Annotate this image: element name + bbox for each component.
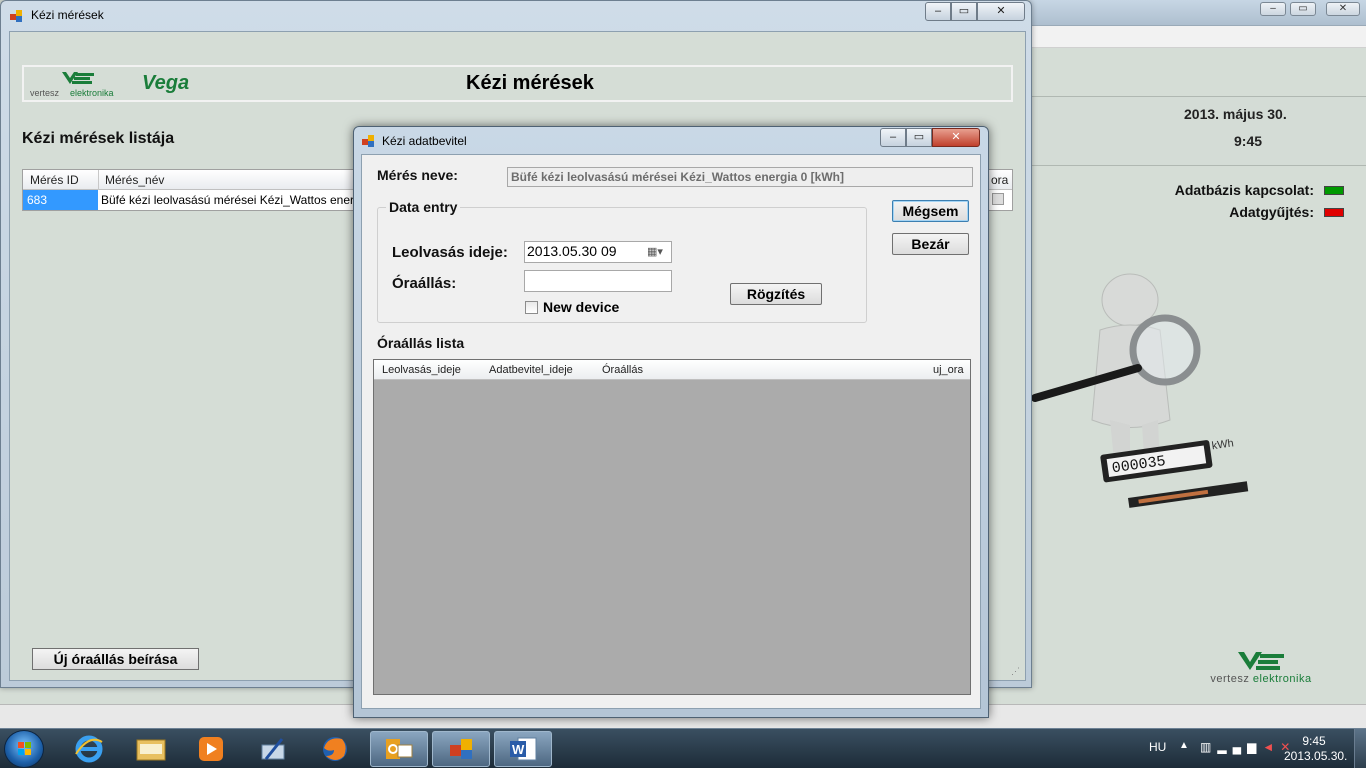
media-player-icon[interactable]: [182, 731, 240, 767]
dialog-window-icon: [362, 135, 374, 147]
taskbar: W HU ▲ ▥▂▄▆◄✕ 9:45 2013.05.30.: [0, 728, 1366, 768]
list-grid-header: Leolvasás_ideje Adatbevitel_ideje Óraáll…: [374, 360, 970, 380]
cell-meres-nev[interactable]: Büfé kézi leolvasású mérései Kézi_Wattos…: [101, 193, 393, 207]
show-desktop-button[interactable]: [1354, 729, 1366, 768]
column-header-oraallas[interactable]: Óraállás: [602, 364, 643, 376]
resize-grip[interactable]: ⋰: [1011, 666, 1021, 676]
meres-neve-label: Mérés neve:: [377, 167, 458, 183]
new-reading-button[interactable]: Új óraállás beírása: [32, 648, 199, 670]
dialog-minimize-button[interactable]: –: [880, 128, 906, 147]
file-explorer-icon[interactable]: [122, 731, 180, 767]
background-titlebar: – ▭ ✕: [1030, 0, 1366, 26]
page-title: Kézi mérések: [466, 72, 594, 94]
list-title: Kézi mérések listája: [22, 130, 175, 147]
oraallas-label: Óraállás:: [392, 275, 457, 292]
data-entry-group: Data entry: [377, 199, 867, 323]
data-collection-label: Adatgyűjtés:: [1229, 204, 1314, 220]
clock[interactable]: 9:45 2013.05.30.: [1284, 734, 1348, 764]
reading-time-value: 2013.05.30 09: [527, 243, 617, 259]
dialog-title: Kézi adatbevitel: [382, 134, 467, 148]
current-time: 9:45: [1234, 133, 1263, 149]
word-icon[interactable]: W: [494, 731, 552, 767]
data-collection-led: [1324, 207, 1344, 217]
maximize-button[interactable]: ▭: [951, 2, 977, 21]
close-button[interactable]: ✕: [977, 2, 1025, 21]
column-header-meres-id[interactable]: Mérés ID: [30, 173, 79, 187]
db-connection-status: Adatbázis kapcsolat:: [1175, 182, 1344, 198]
bg-close-button[interactable]: ✕: [1326, 2, 1360, 16]
meres-neve-field: Büfé kézi leolvasású mérései Kézi_Wattos…: [507, 167, 973, 187]
oraallas-list-grid[interactable]: Leolvasás_ideje Adatbevitel_ideje Óraáll…: [373, 359, 971, 695]
window-title: Kézi mérések: [31, 8, 104, 22]
clock-time: 9:45: [1302, 734, 1326, 748]
background-header-band: [1030, 48, 1366, 88]
network-icon[interactable]: ▥: [1200, 740, 1217, 754]
megsem-button[interactable]: Mégsem: [892, 200, 969, 222]
cell-meres-id[interactable]: 683: [23, 190, 98, 210]
column-header-adatbevitel-ideje[interactable]: Adatbevitel_ideje: [489, 364, 573, 376]
logo-text-vertesz: vertesz: [1210, 673, 1250, 685]
oraallas-lista-title: Óraállás lista: [377, 335, 465, 351]
column-header-leolvasas-ideje[interactable]: Leolvasás_ideje: [382, 364, 461, 376]
leolvasas-ideje-label: Leolvasás ideje:: [392, 244, 508, 261]
new-device-checkbox[interactable]: [525, 301, 538, 314]
db-connection-led: [1324, 185, 1344, 195]
header-banner: vertesz elektronika Vega Kézi mérések: [22, 65, 1013, 102]
vega-app-icon[interactable]: [432, 731, 490, 767]
current-date: 2013. május 30.: [1184, 106, 1287, 122]
new-device-label[interactable]: New device: [543, 299, 619, 315]
app-window-icon: [10, 10, 22, 22]
header-logo-text-vertesz: vertesz: [30, 88, 60, 98]
windows-logo-icon: [18, 742, 31, 755]
clock-date: 2013.05.30.: [1284, 749, 1348, 763]
magnifier-man-illustration: 000035 kWh: [1031, 273, 1249, 508]
firefox-icon[interactable]: [306, 731, 364, 767]
db-connection-label: Adatbázis kapcsolat:: [1174, 182, 1314, 198]
column-header-meres-nev[interactable]: Mérés_név: [105, 173, 164, 187]
dialog-client: Mérés neve: Büfé kézi leolvasású mérései…: [361, 154, 981, 709]
dialog-maximize-button[interactable]: ▭: [906, 128, 932, 147]
bg-minimize-button[interactable]: –: [1260, 2, 1286, 16]
cell-ora-checkbox[interactable]: [992, 193, 1004, 205]
rogzites-button[interactable]: Rögzítés: [730, 283, 822, 305]
calendar-dropdown-icon[interactable]: ▦▾: [647, 245, 667, 259]
oraallas-input[interactable]: [524, 270, 672, 292]
bezar-button[interactable]: Bezár: [892, 233, 969, 255]
show-hidden-icons-button[interactable]: ▲: [1179, 740, 1189, 751]
kezi-adatbevitel-dialog: Kézi adatbevitel – ▭ ✕ Mérés neve: Büfé …: [353, 126, 989, 718]
tray-icons[interactable]: ▥▂▄▆◄✕: [1200, 740, 1296, 754]
logo-text-elektronika: elektronika: [1252, 673, 1312, 685]
start-button[interactable]: [4, 730, 44, 768]
data-collection-status: Adatgyűjtés:: [1229, 204, 1344, 220]
meter-unit: kWh: [1211, 437, 1234, 452]
outlook-icon[interactable]: [370, 731, 428, 767]
column-header-ora[interactable]: ora: [991, 173, 1008, 187]
settings-tool-icon[interactable]: [244, 731, 302, 767]
bg-maximize-button[interactable]: ▭: [1290, 2, 1316, 16]
vertesz-logo: vertesz elektronika: [30, 72, 114, 98]
column-header-uj-ora[interactable]: uj_ora: [933, 364, 964, 376]
svg-text:W: W: [512, 742, 525, 757]
minimize-button[interactable]: –: [925, 2, 951, 21]
internet-explorer-icon[interactable]: [60, 731, 118, 767]
data-entry-group-title: Data entry: [386, 199, 461, 215]
signal-icon[interactable]: ▂▄▆: [1217, 740, 1262, 754]
reading-time-picker[interactable]: 2013.05.30 09 ▦▾: [524, 241, 672, 263]
language-indicator[interactable]: HU: [1149, 740, 1166, 754]
vertesz-logo-bottom-right: vertesz elektronika: [1196, 652, 1326, 685]
header-logo-text-elektronika: elektronika: [70, 88, 114, 98]
brand-name: Vega: [142, 72, 190, 94]
background-menu-strip: [1030, 26, 1366, 48]
dialog-close-button[interactable]: ✕: [932, 128, 980, 147]
vertesz-logo-icon: [1238, 652, 1284, 670]
